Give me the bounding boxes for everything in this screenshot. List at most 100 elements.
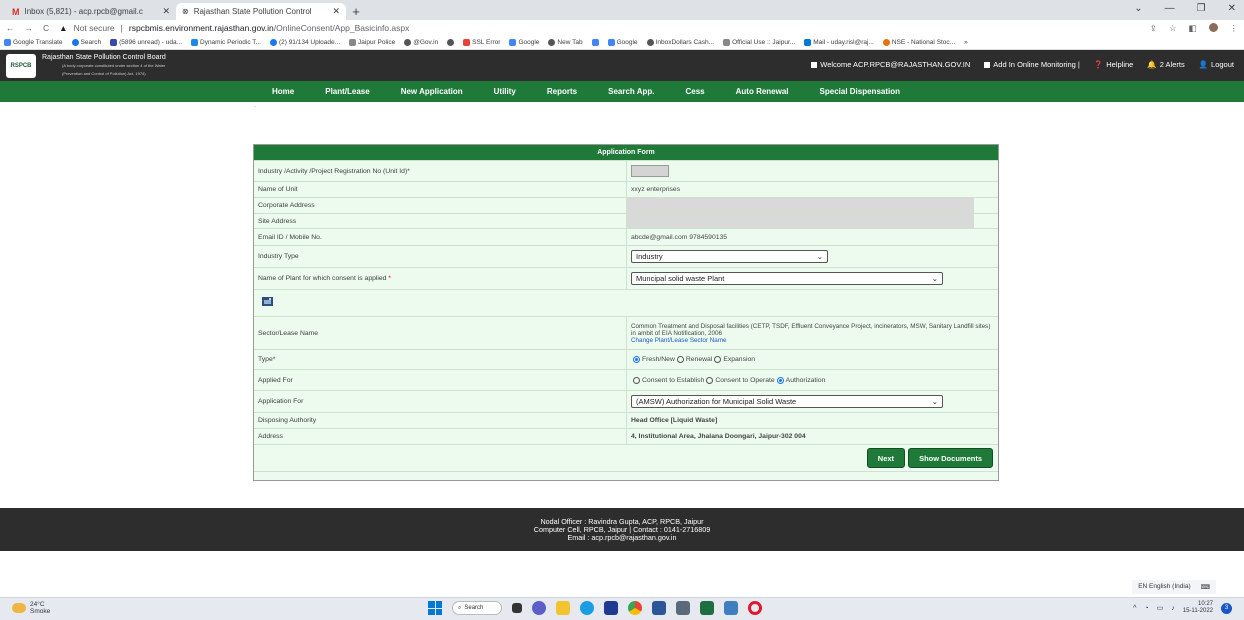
bookmark-item[interactable] — [591, 39, 599, 46]
row-type: Type* Fresh/New Renewal Expansion — [254, 349, 998, 369]
row-image — [254, 289, 998, 316]
industry-type-select[interactable]: Industry ⌄ — [631, 250, 828, 263]
back-icon[interactable]: ← — [6, 23, 15, 33]
bookmark-item[interactable]: Mail - uday.risl@raj... — [804, 39, 874, 46]
more-bookmarks-icon[interactable]: » — [964, 39, 968, 46]
bookmark-item[interactable]: Google — [607, 39, 638, 46]
bookmark-item[interactable]: SSL Error — [463, 39, 500, 46]
chevron-up-icon[interactable]: ^ — [1133, 605, 1136, 612]
restore-icon[interactable]: ❐ — [1197, 3, 1206, 14]
bookmark-item[interactable]: Dynamic Periodic T... — [191, 39, 261, 46]
bookmark-item[interactable]: Official Use :: Jaipur... — [723, 39, 795, 46]
sidepanel-icon[interactable]: ◧ — [1188, 23, 1196, 34]
menu-icon[interactable]: ⋮ — [1230, 23, 1239, 34]
authorization-radio[interactable] — [776, 376, 784, 384]
file-explorer-icon[interactable] — [556, 601, 570, 615]
close-icon[interactable]: ✕ — [1228, 3, 1236, 14]
store-icon[interactable] — [604, 601, 618, 615]
close-tab-icon[interactable]: ✕ — [332, 6, 340, 17]
app-icon[interactable] — [652, 601, 666, 615]
photos-icon[interactable] — [724, 601, 738, 615]
nav-special-dispensation[interactable]: Special Dispensation — [820, 87, 900, 96]
bookmark-item[interactable]: Google Translate — [4, 39, 63, 46]
type-fresh-radio[interactable] — [633, 356, 640, 363]
tab-rspcb[interactable]: ⊗ Rajasthan State Pollution Control ✕ — [176, 3, 346, 20]
cto-radio[interactable] — [706, 376, 714, 384]
bookmark-item[interactable]: (2) 91/134 Uploade... — [269, 39, 340, 46]
tab-gmail[interactable]: M Inbox (5,821) - acp.rpcb@gmail.c ✕ — [6, 3, 176, 20]
bookmark-item[interactable]: NSE - National Stoc... — [882, 39, 955, 46]
wifi-icon[interactable]: ◔ — [1144, 605, 1148, 612]
nav-cess[interactable]: Cess — [686, 87, 705, 96]
plant-select[interactable]: Muncipal solid waste Plant ⌄ — [631, 272, 943, 285]
bookmark-item[interactable] — [447, 39, 455, 46]
bookmark-item[interactable]: New Tab — [548, 39, 583, 46]
bell-icon: 🔔 — [1147, 60, 1157, 69]
windows-start-icon[interactable] — [428, 601, 442, 615]
type-renewal-radio[interactable] — [676, 356, 684, 363]
opera-icon[interactable] — [748, 601, 762, 615]
change-sector-link[interactable]: Change Plant/Lease Sector Name — [631, 337, 727, 344]
email-label: Email ID / Mobile No. — [254, 229, 627, 245]
star-icon[interactable]: ☆ — [1169, 23, 1177, 34]
chat-icon[interactable] — [532, 601, 546, 615]
notification-badge[interactable]: 3 — [1221, 602, 1232, 614]
site-header: RSPCB Rajasthan State Pollution Control … — [0, 50, 1244, 81]
new-tab-button[interactable]: + — [346, 3, 366, 20]
spacer-dot: . — [254, 102, 256, 109]
main-nav: Home Plant/Lease New Application Utility… — [0, 81, 1244, 102]
rspcb-logo: RSPCB — [6, 53, 36, 78]
row-unit-name: Name of Unit xxyz enterprises — [254, 181, 998, 197]
nav-new-application[interactable]: New Application — [401, 87, 463, 96]
application-for-select[interactable]: (AMSW) Authorization for Municipal Solid… — [631, 395, 943, 408]
task-view-icon[interactable] — [512, 603, 522, 613]
online-monitoring-link[interactable]: Add In Online Monitoring | — [984, 60, 1080, 69]
show-documents-button[interactable]: Show Documents — [908, 448, 993, 468]
type-expansion-radio[interactable] — [714, 356, 722, 363]
next-button[interactable]: Next — [866, 448, 906, 468]
bookmark-item[interactable]: Jaipur Police — [349, 39, 395, 46]
bookmark-item[interactable]: @Gov.in — [404, 39, 438, 46]
reload-icon[interactable]: C — [43, 23, 49, 33]
taskbar-apps: ⌕ Search — [428, 601, 762, 615]
bookmark-item[interactable]: Google — [509, 39, 539, 46]
checkbox-icon — [984, 61, 991, 68]
bookmark-item[interactable]: (5896 unread) - uda... — [110, 39, 182, 46]
footer-line-3: Email : acp.rpcb@rajasthan.gov.in — [567, 533, 677, 542]
helpline-link[interactable]: ❓ Helpline — [1094, 60, 1133, 69]
cte-radio[interactable] — [633, 376, 640, 384]
chrome-icon[interactable] — [628, 601, 642, 615]
nav-auto-renewal[interactable]: Auto Renewal — [736, 87, 789, 96]
excel-icon[interactable] — [700, 601, 714, 615]
site-addr-label: Site Address — [254, 214, 627, 228]
nav-search-app[interactable]: Search App. — [608, 87, 654, 96]
disposing-value: Head Office [Liquid Waste] — [631, 417, 718, 424]
nav-home[interactable]: Home — [272, 87, 294, 96]
taskbar-search[interactable]: ⌕ Search — [452, 601, 502, 615]
logout-link[interactable]: 👤 Logout — [1199, 60, 1234, 69]
url-field[interactable]: ▲ Not secure | rspcbmis.environment.raja… — [59, 23, 1140, 33]
alerts-link[interactable]: 🔔 2 Alerts — [1147, 60, 1184, 69]
speaker-icon[interactable]: ♪ — [1171, 605, 1175, 612]
reg-no-field[interactable] — [631, 165, 669, 177]
applied-for-label: Applied For — [254, 370, 627, 390]
bookmark-item[interactable]: InboxDollars Cash... — [646, 39, 714, 46]
nav-utility[interactable]: Utility — [494, 87, 516, 96]
clock[interactable]: 10:27 15-11-2022 — [1183, 601, 1213, 615]
bookmark-item[interactable]: Search — [71, 39, 101, 46]
close-tab-icon[interactable]: ✕ — [162, 6, 170, 17]
edge-icon[interactable] — [580, 601, 594, 615]
nav-reports[interactable]: Reports — [547, 87, 577, 96]
share-icon[interactable]: ⇪ — [1150, 23, 1157, 34]
language-indicator[interactable]: EN English (India) ⌨ — [1132, 580, 1216, 594]
chevron-down-icon[interactable]: ⌄ — [1134, 3, 1142, 14]
weather-widget[interactable]: 24°C Smoke — [12, 601, 50, 615]
application-form: Application Form Industry /Activity /Pro… — [253, 144, 999, 481]
calculator-icon[interactable] — [676, 601, 690, 615]
forward-icon[interactable]: → — [25, 23, 34, 33]
profile-icon[interactable] — [1208, 22, 1218, 32]
nav-plant-lease[interactable]: Plant/Lease — [325, 87, 369, 96]
monitor-icon[interactable]: ▭ — [1157, 604, 1164, 612]
chevron-down-icon: ⌄ — [931, 274, 938, 283]
minimize-icon[interactable]: — — [1165, 3, 1175, 14]
